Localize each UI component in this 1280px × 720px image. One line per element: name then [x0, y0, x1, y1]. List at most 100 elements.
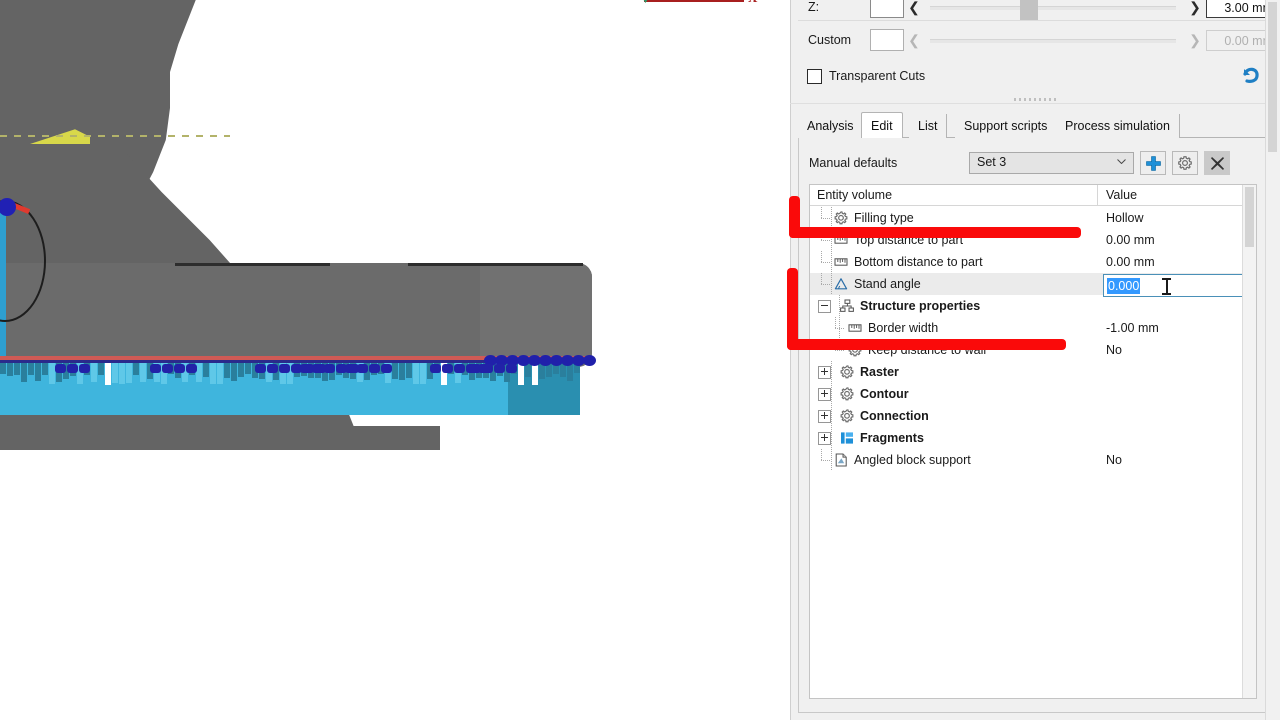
tree-row-label: Angled block support	[854, 453, 971, 467]
gear-icon	[840, 409, 853, 423]
tree-row-icon	[832, 254, 849, 270]
tree-scrollbar-thumb[interactable]	[1245, 187, 1254, 247]
support-tooth	[119, 363, 125, 384]
transparent-cuts-row[interactable]: Transparent Cuts	[798, 62, 1280, 90]
part-geometry-slab-shadow	[480, 263, 592, 367]
hierarchy-icon	[839, 299, 854, 312]
tree-row-name-cell: Angled block support	[810, 449, 1098, 471]
axis-x-label: X	[748, 0, 757, 6]
tree-branch-line	[818, 207, 832, 229]
plus-icon	[1145, 155, 1161, 171]
tree-row[interactable]: Angled block support No	[810, 449, 1256, 471]
red-bracket-bottom-vertical	[787, 268, 798, 350]
tab-edit[interactable]: Edit	[861, 112, 903, 139]
tree-row[interactable]: Filling type Hollow	[810, 207, 1256, 229]
z-slider-thumb[interactable]	[1020, 0, 1038, 21]
z-slider[interactable]	[924, 0, 1184, 21]
custom-color-swatch[interactable]	[870, 29, 904, 51]
collapse-icon[interactable]	[818, 299, 831, 313]
tree-row-value: 0.00 mm	[1106, 233, 1155, 247]
manual-defaults-select[interactable]: Set 3	[969, 152, 1134, 174]
support-tooth	[203, 363, 209, 377]
tree-row-value: -1.00 mm	[1106, 321, 1159, 335]
orientation-thumbnail: X	[640, 0, 757, 14]
support-tooth	[245, 363, 251, 374]
tree-row[interactable]: Connection	[810, 405, 1256, 427]
support-tooth	[518, 363, 524, 385]
close-x-icon	[1210, 156, 1224, 170]
add-set-button[interactable]	[1140, 151, 1166, 175]
tree-row[interactable]: Contour	[810, 383, 1256, 405]
custom-slider[interactable]	[924, 29, 1184, 51]
tree-row-name-cell: Contour	[810, 383, 1098, 405]
support-tooth	[532, 363, 538, 385]
part-edge-line-left	[175, 263, 330, 266]
tree-row-label: Border width	[868, 321, 939, 335]
tree-row[interactable]: Structure properties	[810, 295, 1256, 317]
support-contact-nub	[300, 364, 311, 373]
tree-row-name-cell: Stand angle	[810, 273, 1098, 295]
tree-row-icon	[832, 210, 849, 226]
undo-button[interactable]	[1236, 62, 1262, 88]
support-parameters-panel: Z: ❮ ❯ 3.00 mm Custom ❮ ❯ 0.00 mm Transp…	[790, 0, 1280, 720]
custom-prev-button[interactable]: ❮	[904, 32, 924, 49]
z-label: Z:	[808, 0, 820, 14]
support-tooth	[28, 363, 34, 375]
set-settings-button[interactable]	[1172, 151, 1198, 175]
support-tooth	[238, 363, 244, 377]
text-cursor-icon	[1162, 278, 1171, 295]
tab-process-simulation[interactable]: Process simulation	[1056, 114, 1180, 138]
stand-angle-input[interactable]: 0.000	[1103, 274, 1243, 297]
tree-row[interactable]: Raster	[810, 361, 1256, 383]
support-tooth	[224, 363, 230, 378]
custom-control-row: Custom ❮ ❯ 0.00 mm	[798, 25, 1280, 55]
tree-header-name: Entity volume	[810, 185, 1098, 206]
gear-icon	[840, 365, 853, 379]
ruler-icon	[833, 258, 848, 266]
tree-row-name-cell: Bottom distance to part	[810, 251, 1098, 273]
expand-icon[interactable]	[818, 387, 831, 401]
support-tooth	[98, 363, 104, 375]
expand-icon[interactable]	[818, 365, 831, 379]
tree-row-label: Bottom distance to part	[854, 255, 983, 269]
panel-splitter[interactable]	[790, 92, 1280, 106]
tree-row-label: Contour	[860, 387, 909, 401]
tree-row-name-cell: Filling type	[810, 207, 1098, 229]
tree-row[interactable]: Stand angle 0.000	[810, 273, 1256, 297]
3d-build-viewport[interactable]: X	[0, 0, 790, 720]
support-tooth	[126, 363, 132, 383]
support-contact-nub	[482, 364, 493, 373]
tree-row[interactable]: Bottom distance to part 0.00 mm	[810, 251, 1256, 273]
tab-list[interactable]: List	[909, 114, 948, 138]
splitter-line	[790, 103, 1280, 104]
custom-next-button[interactable]: ❯	[1184, 32, 1206, 49]
support-contact-nub	[442, 364, 453, 373]
panel-vertical-scrollbar[interactable]	[1265, 0, 1280, 720]
z-prev-button[interactable]: ❮	[904, 0, 924, 16]
support-tooth	[42, 363, 48, 375]
support-tooth	[7, 363, 13, 376]
tab-analysis[interactable]: Analysis	[798, 114, 864, 138]
custom-label: Custom	[808, 33, 852, 47]
entity-volume-tree[interactable]: Entity volume Value Filling type Hollow To…	[809, 184, 1257, 699]
expand-icon[interactable]	[818, 409, 831, 423]
expand-icon[interactable]	[818, 431, 831, 445]
support-contact-nub	[279, 364, 290, 373]
tree-row[interactable]: Fragments	[810, 427, 1256, 449]
delete-set-button[interactable]	[1204, 151, 1230, 175]
tree-vertical-scrollbar[interactable]	[1242, 185, 1256, 698]
tree-row-name-cell: Border width	[810, 317, 1098, 339]
tree-row-label: Fragments	[860, 431, 924, 445]
support-contact-nub	[174, 364, 185, 373]
support-contact-nub	[79, 364, 90, 373]
tree-row[interactable]: Border width -1.00 mm	[810, 317, 1256, 339]
undo-arrow-icon	[1243, 67, 1259, 83]
support-contact-nub	[186, 364, 197, 373]
transparent-cuts-checkbox[interactable]	[807, 68, 822, 84]
support-tooth	[91, 363, 97, 382]
panel-scrollbar-thumb[interactable]	[1268, 2, 1277, 152]
z-color-swatch[interactable]	[870, 0, 904, 18]
z-next-button[interactable]: ❯	[1184, 0, 1206, 16]
tab-support-scripts[interactable]: Support scripts	[955, 114, 1058, 138]
support-tooth	[231, 363, 237, 381]
